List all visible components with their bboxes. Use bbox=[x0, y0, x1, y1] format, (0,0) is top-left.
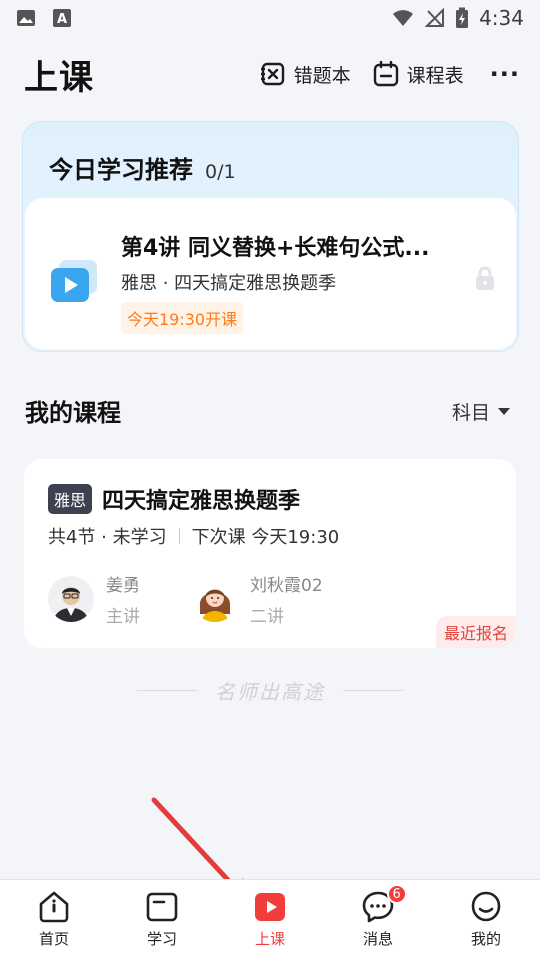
slogan-text: 名师出高途 bbox=[215, 680, 325, 704]
study-book-icon bbox=[146, 892, 178, 922]
lock-icon bbox=[476, 266, 494, 290]
teacher-name: 刘秋霞02 bbox=[250, 576, 323, 596]
recommendation-count: 0/1 bbox=[205, 161, 236, 183]
course-meta: 共4节 · 未学习 下次课 今天19:30 bbox=[48, 523, 339, 549]
teacher-avatar bbox=[48, 576, 94, 622]
meta-divider bbox=[178, 528, 180, 544]
schedule-label: 课程表 bbox=[406, 64, 464, 87]
teacher-main: 姜勇 主讲 bbox=[48, 571, 140, 627]
unread-count-badge: 6 bbox=[386, 884, 407, 904]
divider-line bbox=[343, 690, 403, 691]
subject-filter-dropdown[interactable]: 科目 bbox=[452, 398, 510, 425]
nav-profile[interactable]: 我的 bbox=[432, 880, 540, 960]
subject-filter-label: 科目 bbox=[451, 402, 490, 424]
recommendation-title: 今日学习推荐 bbox=[49, 156, 193, 184]
lesson-start-time-tag: 今天19:30开课 bbox=[121, 302, 244, 334]
nav-messages-label: 消息 bbox=[362, 930, 393, 948]
schedule-button[interactable]: 课程表 bbox=[373, 61, 464, 88]
lesson-course-name: 雅思 · 四天搞定雅思换题季 bbox=[121, 273, 337, 294]
lesson-title: 第4讲 同义替换+长难句公式... bbox=[121, 236, 430, 261]
teacher-assistant: 刘秋霞02 二讲 bbox=[192, 571, 323, 627]
home-icon bbox=[39, 891, 69, 923]
divider-line bbox=[137, 690, 197, 691]
a-icon: A bbox=[53, 9, 71, 27]
my-courses-title: 我的课程 bbox=[25, 399, 121, 427]
status-bar: A 4:34 bbox=[0, 0, 540, 36]
caret-down-icon bbox=[498, 408, 510, 415]
calendar-icon bbox=[373, 61, 398, 87]
teacher-role: 主讲 bbox=[106, 607, 140, 627]
svg-text:A: A bbox=[57, 12, 67, 27]
nav-study-label: 学习 bbox=[146, 930, 177, 948]
mistakes-book-label: 错题本 bbox=[293, 64, 351, 87]
page-title: 上课 bbox=[24, 57, 94, 98]
recently-enrolled-tag: 最近报名 bbox=[435, 616, 516, 648]
mistakes-book-button[interactable]: 错题本 bbox=[260, 61, 351, 88]
nav-class[interactable]: 上课 bbox=[216, 880, 324, 960]
nav-home-label: 首页 bbox=[38, 930, 69, 948]
profile-icon bbox=[471, 891, 501, 922]
next-class-time: 下次课 今天19:30 bbox=[191, 527, 340, 548]
mistakes-book-icon bbox=[260, 62, 284, 86]
course-progress: 共4节 · 未学习 bbox=[48, 527, 167, 548]
nav-profile-label: 我的 bbox=[470, 930, 501, 948]
teacher-name: 姜勇 bbox=[106, 576, 140, 596]
nav-home[interactable]: 首页 bbox=[0, 880, 108, 960]
course-card[interactable]: 雅思 四天搞定雅思换题季 共4节 · 未学习 下次课 今天19:30 姜勇 主讲 bbox=[24, 459, 516, 648]
more-menu-button[interactable]: ··· bbox=[490, 60, 520, 88]
nav-messages[interactable]: 6 消息 bbox=[324, 880, 432, 960]
slogan-watermark: 名师出高途 bbox=[0, 676, 540, 705]
no-signal-icon bbox=[425, 8, 445, 27]
play-class-icon bbox=[255, 893, 285, 921]
image-icon bbox=[17, 10, 35, 26]
page-header: 上课 错题本 课程表 ··· bbox=[24, 48, 520, 100]
status-time: 4:34 bbox=[479, 6, 524, 30]
recommended-lesson[interactable]: 第4讲 同义替换+长难句公式... 雅思 · 四天搞定雅思换题季 今天19:30… bbox=[25, 198, 516, 349]
bottom-navigation: 首页 学习 上课 6 消息 我的 bbox=[0, 879, 540, 960]
teacher-avatar bbox=[192, 576, 238, 622]
wifi-icon bbox=[393, 10, 414, 26]
battery-charging-icon bbox=[456, 7, 469, 28]
teacher-role: 二讲 bbox=[250, 607, 284, 627]
video-play-icon bbox=[51, 260, 97, 302]
nav-study[interactable]: 学习 bbox=[108, 880, 216, 960]
daily-recommendation-card: 今日学习推荐 0/1 第4讲 同义替换+长难句公式... 雅思 · 四天搞定雅思… bbox=[22, 121, 519, 352]
nav-class-label: 上课 bbox=[254, 930, 285, 948]
course-title: 四天搞定雅思换题季 bbox=[102, 489, 301, 514]
subject-badge: 雅思 bbox=[48, 484, 93, 514]
